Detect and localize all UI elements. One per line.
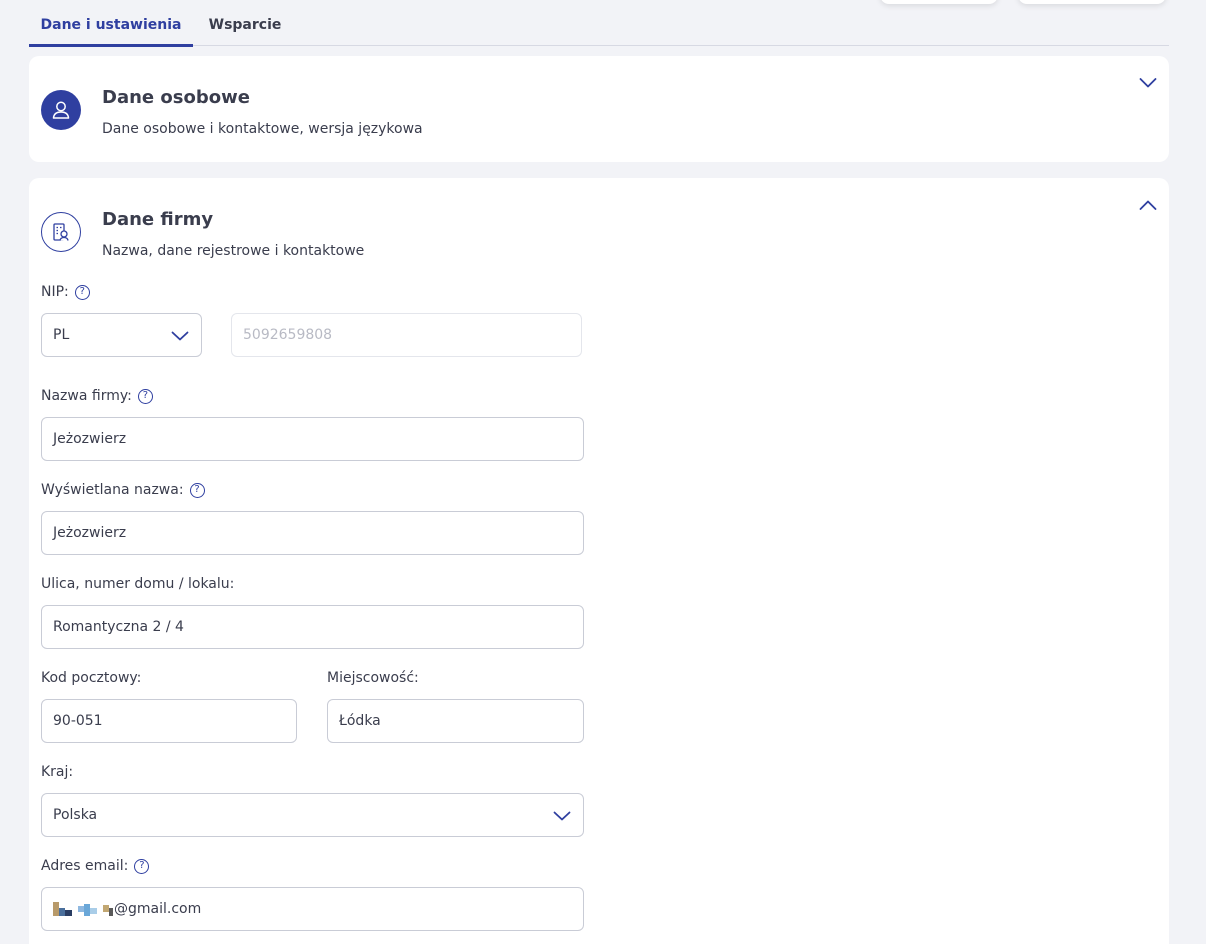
chevron-down-icon[interactable] — [1139, 74, 1157, 92]
postal-code-field[interactable]: 90-051 — [41, 699, 297, 743]
nip-country-select[interactable]: PL — [41, 313, 202, 357]
redacted-email-mosaic — [53, 902, 113, 916]
tab-support[interactable]: Wsparcie — [193, 0, 297, 46]
country-value: Polska — [53, 807, 98, 823]
company-name-label: Nazwa firmy: ? — [41, 388, 153, 404]
nip-country-value: PL — [53, 327, 70, 343]
company-name-field[interactable]: Jeżozwierz — [41, 417, 584, 461]
chevron-down-icon — [552, 806, 572, 826]
help-icon[interactable]: ? — [134, 858, 150, 874]
postal-code-label: Kod pocztowy: — [41, 670, 141, 686]
postal-code-label-text: Kod pocztowy: — [41, 670, 142, 686]
email-label-text: Adres email: — [41, 858, 129, 874]
help-icon[interactable]: ? — [137, 388, 153, 404]
email-label: Adres email: ? — [41, 858, 150, 874]
street-label: Ulica, numer domu / lokalu: — [41, 576, 234, 592]
street-value: Romantyczna 2 / 4 — [53, 619, 184, 635]
company-data-card: Dane firmy Nazwa, dane rejestrowe i kont… — [29, 178, 1169, 944]
company-name-value: Jeżozwierz — [53, 431, 127, 447]
country-label-text: Kraj: — [41, 764, 74, 780]
tab-data-settings[interactable]: Dane i ustawienia — [29, 0, 193, 47]
tab-bar: Dane i ustawienia Wsparcie — [29, 0, 1169, 47]
display-name-label-text: Wyświetlana nazwa: — [41, 482, 184, 498]
postal-code-value: 90-051 — [53, 713, 103, 729]
city-value: Łódka — [339, 713, 381, 729]
street-label-text: Ulica, numer domu / lokalu: — [41, 576, 235, 592]
display-name-label: Wyświetlana nazwa: ? — [41, 482, 205, 498]
help-icon[interactable]: ? — [189, 482, 205, 498]
user-icon — [41, 90, 81, 130]
nip-label-text: NIP: — [41, 284, 69, 300]
display-name-value: Jeżozwierz — [53, 525, 127, 541]
email-field[interactable]: @gmail.com — [41, 887, 584, 931]
building-icon — [41, 212, 81, 252]
personal-data-card[interactable]: Dane osobowe Dane osobowe i kontaktowe, … — [29, 56, 1169, 162]
city-label-text: Miejscowość: — [327, 670, 419, 686]
chevron-down-icon — [170, 326, 190, 346]
country-select[interactable]: Polska — [41, 793, 584, 837]
personal-data-title: Dane osobowe — [102, 87, 250, 108]
nip-label: NIP: ? — [41, 284, 90, 300]
display-name-field[interactable]: Jeżozwierz — [41, 511, 584, 555]
personal-data-subtitle: Dane osobowe i kontaktowe, wersja języko… — [102, 121, 423, 137]
help-icon[interactable]: ? — [74, 284, 90, 300]
city-label: Miejscowość: — [327, 670, 419, 686]
street-field[interactable]: Romantyczna 2 / 4 — [41, 605, 584, 649]
city-field[interactable]: Łódka — [327, 699, 584, 743]
company-data-subtitle: Nazwa, dane rejestrowe i kontaktowe — [102, 243, 365, 259]
nip-number-value: 5092659808 — [243, 327, 333, 343]
chevron-up-icon[interactable] — [1139, 196, 1157, 214]
company-data-title: Dane firmy — [102, 209, 214, 230]
email-value: @gmail.com — [114, 901, 202, 917]
nip-number-field[interactable]: 5092659808 — [231, 313, 582, 357]
country-label: Kraj: — [41, 764, 73, 780]
company-name-label-text: Nazwa firmy: — [41, 388, 132, 404]
